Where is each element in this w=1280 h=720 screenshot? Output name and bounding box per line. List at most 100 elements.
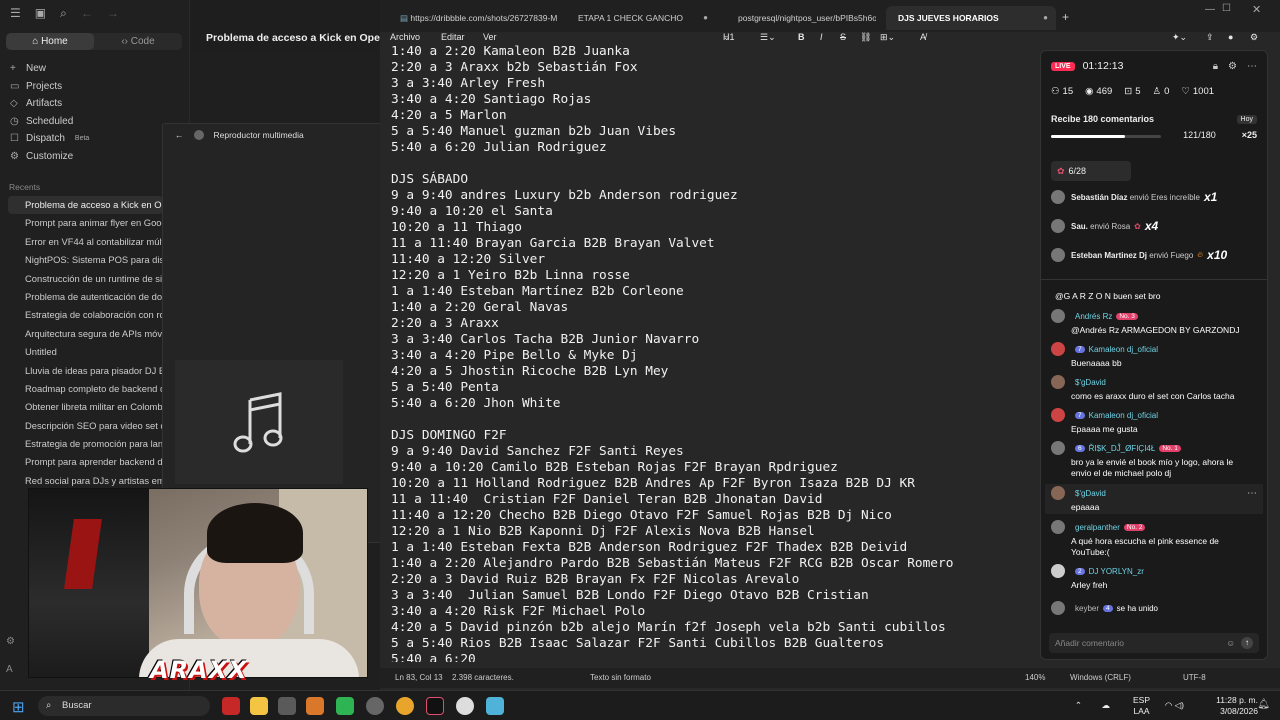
recent-item[interactable]: Obtener libreta militar en Colombia xyxy=(8,398,163,416)
tiktok-icon[interactable] xyxy=(426,697,444,715)
recent-item[interactable]: Estrategia de colaboración con roles xyxy=(8,306,163,324)
send-icon[interactable]: ↑ xyxy=(1241,637,1253,649)
menu-ver[interactable]: Ver xyxy=(483,32,497,42)
sidebar-item-customize[interactable]: ⚙ Customize xyxy=(10,148,180,166)
lock-icon[interactable]: 🔒︎ xyxy=(1213,61,1218,72)
sidebar-item-dispatch[interactable]: ☐ Dispatch Beta xyxy=(10,130,180,148)
comment[interactable]: $'gDavid como es araxx duro el set con Ca… xyxy=(1051,375,1255,402)
menu-icon[interactable]: ☰ xyxy=(10,6,21,21)
account-icon[interactable]: A xyxy=(6,664,26,675)
menu-archivo[interactable]: Archivo xyxy=(390,32,420,42)
text-editor[interactable]: 1:40 a 2:20 Kamaleon B2B Juanka 2:20 a 3 … xyxy=(391,44,1041,662)
whatsapp-icon[interactable] xyxy=(336,697,354,715)
opera-icon[interactable] xyxy=(222,697,240,715)
italic-icon[interactable]: I xyxy=(820,32,823,42)
chrome-icon[interactable] xyxy=(396,697,414,715)
link-icon[interactable]: ⛓ xyxy=(860,32,871,43)
sidebar-item-new[interactable]: + New xyxy=(10,60,180,78)
comment[interactable]: Andrés Rz No. 3 @Andrés Rz ARMAGEDON BY GA… xyxy=(1051,309,1255,336)
menu-editar[interactable]: Editar xyxy=(441,32,465,42)
comment[interactable]: 6 ŘI$K_DĴ_ØFIÇI4Ł No. 1 bro ya le envié el … xyxy=(1051,441,1255,479)
notepad-icon[interactable] xyxy=(486,697,504,715)
list-icon[interactable]: ☰⌄ xyxy=(760,32,776,43)
recent-item[interactable]: Lluvia de ideas para pisador DJ B2B xyxy=(8,362,163,380)
claude-icon[interactable] xyxy=(306,697,324,715)
clock[interactable]: 11:28 p. m. 3/08/2026 xyxy=(1188,695,1258,717)
obs-icon[interactable] xyxy=(366,697,384,715)
onedrive-icon[interactable]: ☁ xyxy=(1102,700,1111,711)
recent-item[interactable]: Roadmap completo de backend de xyxy=(8,380,163,398)
windows-start-icon[interactable]: ⊞ xyxy=(12,698,25,716)
sidebar-item-projects[interactable]: ▭ Projects xyxy=(10,78,180,96)
bold-icon[interactable]: B xyxy=(798,32,805,42)
table-icon[interactable]: ⊞⌄ xyxy=(880,32,895,43)
new-tab-icon[interactable]: + xyxy=(1062,10,1069,24)
notepad-tab[interactable]: postgresql/nightpos_user/bPIBs5h6oT xyxy=(726,6,876,30)
settings-icon[interactable]: ⚙ xyxy=(1250,32,1258,43)
heading-dropdown[interactable]: H1 ⌄ xyxy=(723,32,735,43)
rank-badge: No. 2 xyxy=(1123,523,1146,531)
comment[interactable]: geralpanther No. 2 A qué hora escucha el p… xyxy=(1051,520,1255,558)
notepad-tab-active[interactable]: DJS JUEVES HORARIOS ● xyxy=(886,6,1056,30)
editor-line: 5:40 a 6:20 Julian Rodriguez xyxy=(391,140,607,155)
line-ending[interactable]: Windows (CRLF) xyxy=(1070,673,1131,682)
comment[interactable]: 2 DJ YORLYN_zr Arley freh xyxy=(1051,564,1255,591)
comment[interactable]: 7 Kamaleon dj_oficial Epaaaa me gusta xyxy=(1051,408,1255,435)
recent-item[interactable]: Problema de autenticación de dos factore… xyxy=(8,288,163,306)
chat-title[interactable]: Problema de acceso a Kick en Opera ⌄ xyxy=(190,28,380,52)
close-icon[interactable]: ● xyxy=(703,6,708,30)
minimize-icon[interactable]: — xyxy=(1205,4,1215,15)
comment-input[interactable]: Añadir comentario ☺ ↑ xyxy=(1049,633,1259,653)
sidebar-item-scheduled[interactable]: ◷ Scheduled xyxy=(10,113,180,131)
more-icon[interactable]: ⋯ xyxy=(1247,488,1257,499)
recent-item[interactable]: Prompt para animar flyer en Google xyxy=(8,214,163,232)
recent-item[interactable]: Error en VF44 al contabilizar múltiples xyxy=(8,233,163,251)
comment[interactable]: @G A R Z O N buen set bro xyxy=(1051,289,1255,302)
app-icon[interactable] xyxy=(278,697,296,715)
notepad-tab[interactable]: ETAPA 1 CHECK GANCHO ● xyxy=(566,6,716,30)
recent-item[interactable]: Construcción de un runtime de sistema xyxy=(8,270,163,288)
encoding[interactable]: UTF-8 xyxy=(1183,673,1206,682)
comment-input-placeholder: Añadir comentario xyxy=(1055,638,1124,648)
network-volume-icons[interactable]: ◠ ◁) xyxy=(1165,700,1184,711)
recent-item[interactable]: Arquitectura segura de APIs móviles xyxy=(8,325,163,343)
recent-item[interactable]: Prompt para aprender backend de xyxy=(8,453,163,471)
settings-icon[interactable]: ⚙ xyxy=(1228,61,1237,72)
maximize-icon[interactable]: ☐ xyxy=(1222,3,1231,14)
recent-item[interactable]: Problema de acceso a Kick en Opera xyxy=(8,196,163,215)
recent-item[interactable]: Descripción SEO para video set de xyxy=(8,417,163,435)
copilot-icon[interactable]: ✦⌄ xyxy=(1172,32,1187,43)
file-explorer-icon[interactable] xyxy=(250,697,268,715)
sidebar-item-artifacts[interactable]: ◇ Artifacts xyxy=(10,95,180,113)
comment-hovered[interactable]: $'gDavid ⋯ epaaaa xyxy=(1045,484,1263,514)
clear-format-icon[interactable]: A̸ xyxy=(920,32,926,42)
back-arrow-icon[interactable]: ← xyxy=(81,6,93,21)
rose-counter[interactable]: ✿ 6/28 xyxy=(1051,161,1131,181)
zoom-level[interactable]: 140% xyxy=(1025,673,1045,682)
close-window-icon[interactable]: ✕ xyxy=(1252,3,1261,16)
sidebar-toggle-icon[interactable]: ▣ xyxy=(35,6,46,21)
close-icon[interactable]: ● xyxy=(1043,6,1048,30)
recent-item[interactable]: NightPOS: Sistema POS para discotecas xyxy=(8,251,163,269)
comment[interactable]: 7 Kamaleon dj_oficial Buenaaaa bb xyxy=(1051,342,1255,369)
chevron-up-icon[interactable]: ⌃ xyxy=(1075,700,1082,711)
taskbar-search[interactable]: ⌕ Buscar xyxy=(38,696,210,716)
settings-icon[interactable]: ⚙ xyxy=(6,636,26,647)
emoji-icon[interactable]: ☺ xyxy=(1226,633,1235,653)
back-arrow-icon[interactable]: ← xyxy=(175,130,184,140)
share-icon[interactable]: ⇪ xyxy=(1206,32,1214,43)
avatar[interactable]: ● xyxy=(1228,32,1233,42)
notepad-tab[interactable]: ▤ https://dribbble.com/shots/26727839-M xyxy=(388,6,558,30)
forward-arrow-icon[interactable]: → xyxy=(107,6,119,21)
search-icon[interactable]: ⌕ xyxy=(60,6,67,21)
notifications-icon[interactable]: 🔔︎ xyxy=(1257,699,1270,710)
tab-home[interactable]: ⌂ Home xyxy=(6,33,94,50)
recent-item[interactable]: Estrategia de promoción para lanzamiento xyxy=(8,435,163,453)
strikethrough-icon[interactable]: S xyxy=(840,32,846,42)
recent-item[interactable]: Untitled xyxy=(8,343,163,361)
tab-code[interactable]: ‹› Code xyxy=(94,33,182,50)
language-indicator[interactable]: ESP LAA xyxy=(1133,695,1150,717)
media-player-icon[interactable] xyxy=(456,697,474,715)
editor-line: 3 a 3:40 Julian Samuel B2B Londo F2F Die… xyxy=(391,588,869,603)
more-icon[interactable]: ⋯ xyxy=(1247,61,1257,72)
